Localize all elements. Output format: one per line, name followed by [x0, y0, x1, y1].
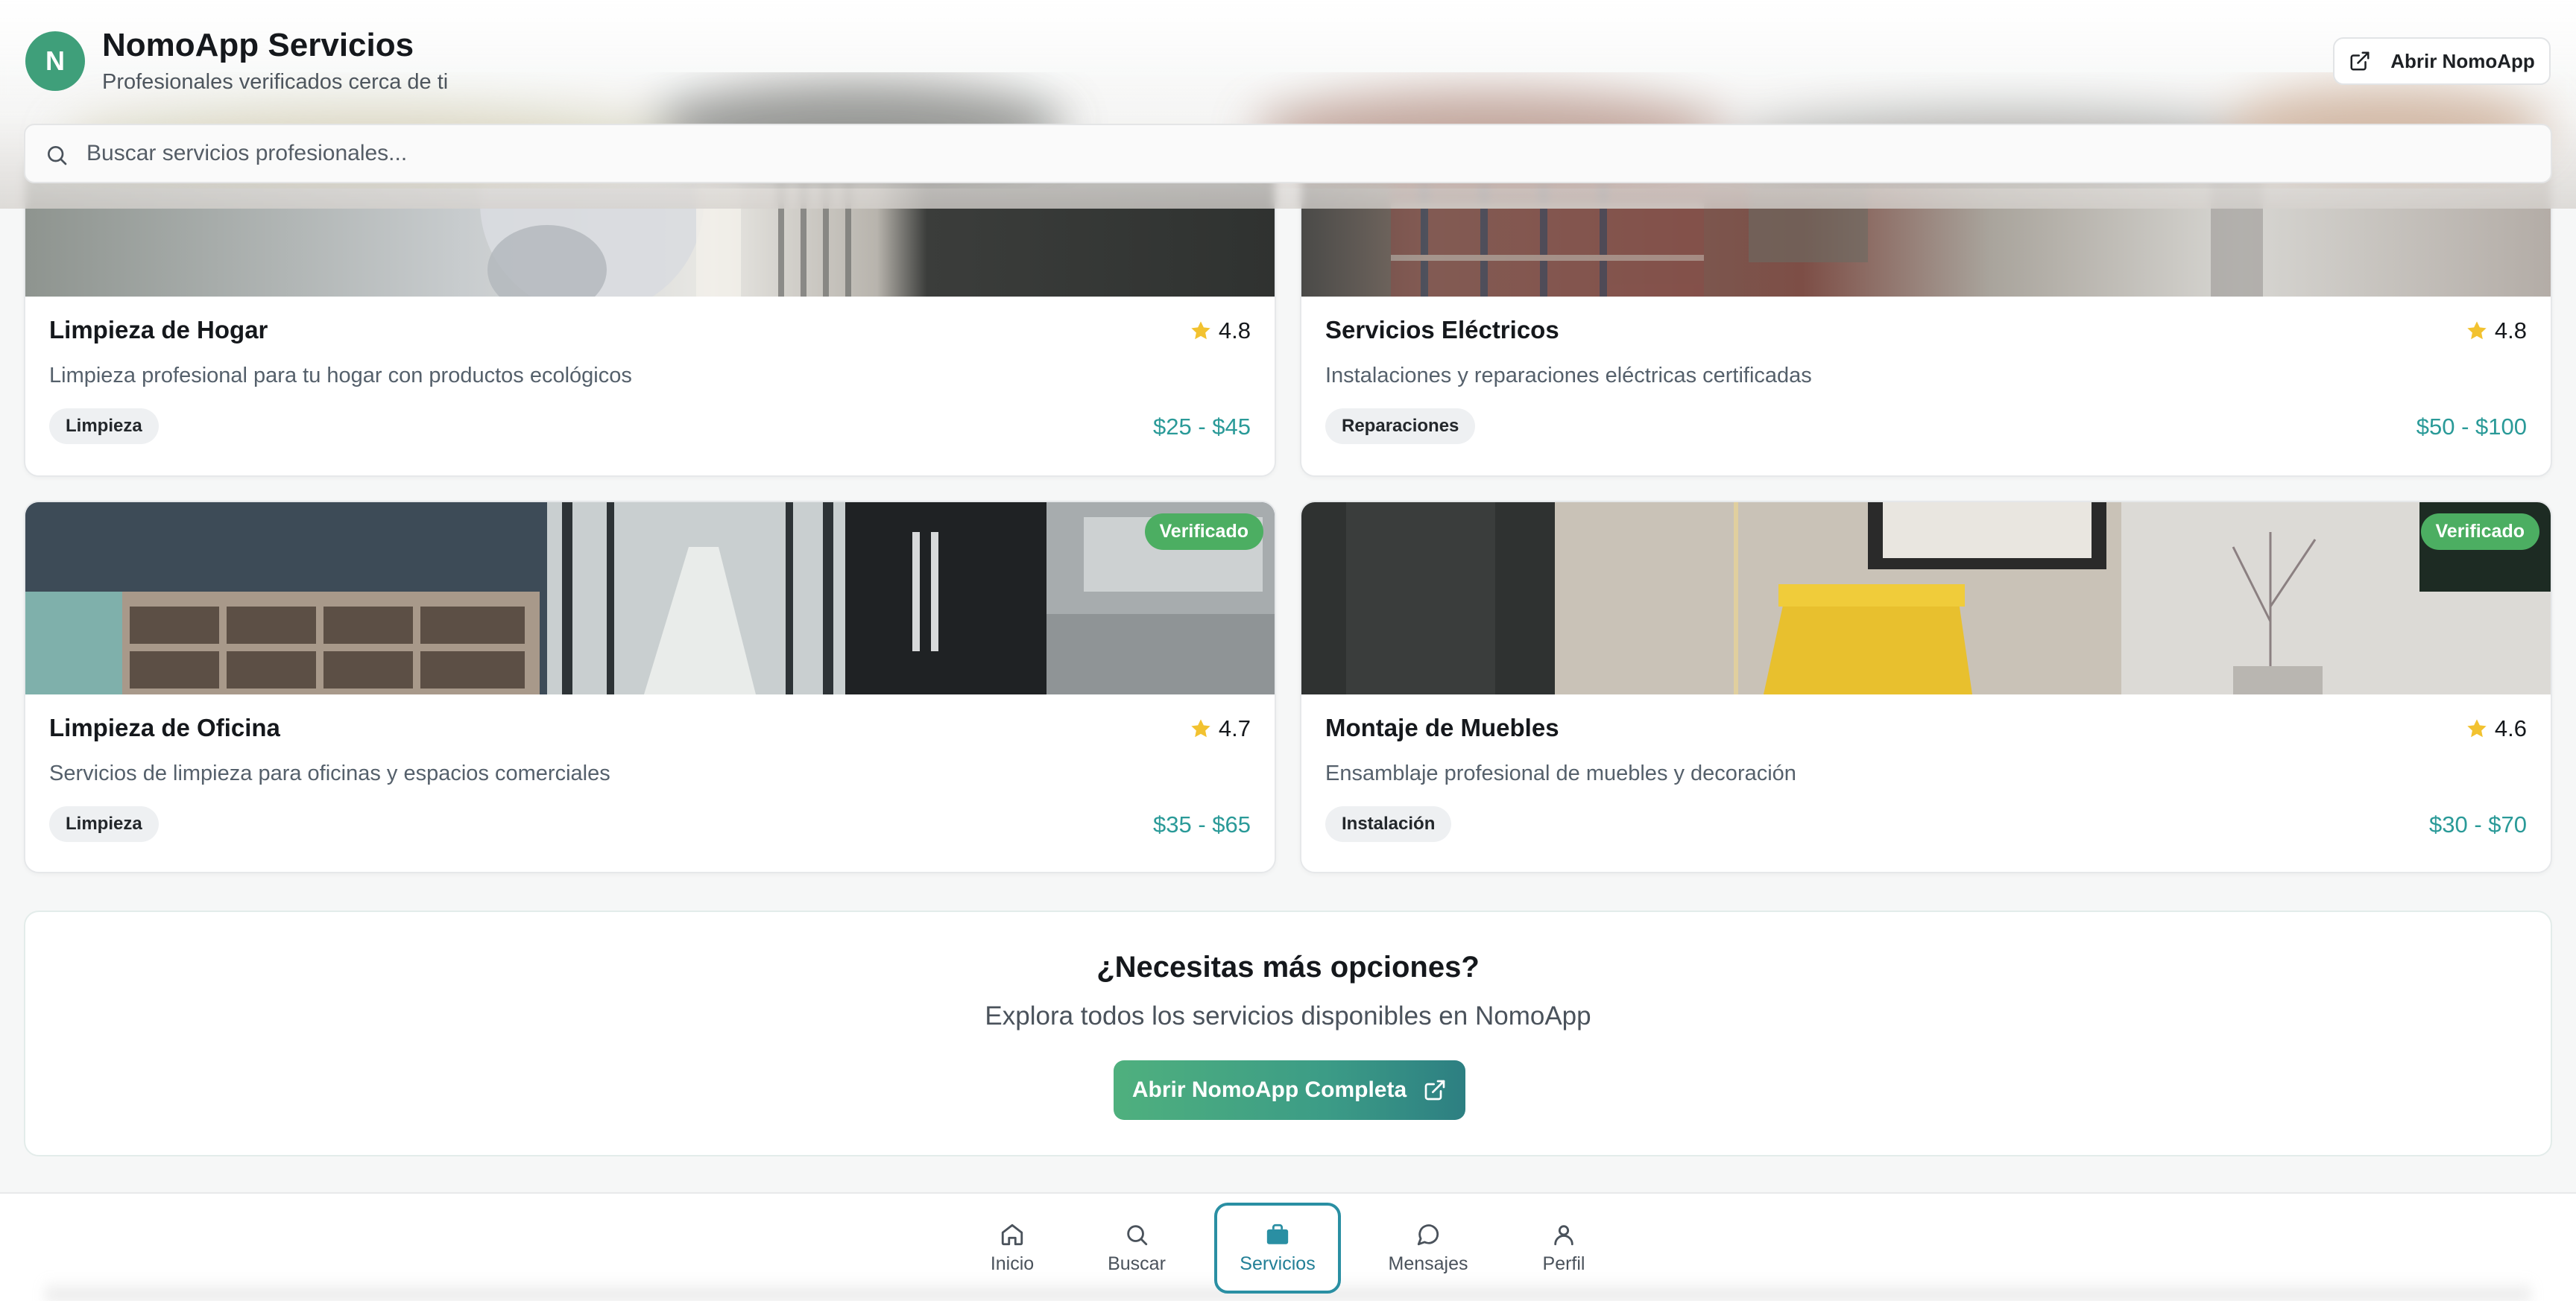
nav-item-mensajes[interactable]: Mensajes: [1380, 1203, 1476, 1294]
category-tag[interactable]: Instalación: [1325, 806, 1452, 842]
service-photo: [25, 502, 1275, 694]
message-icon: [1417, 1224, 1439, 1245]
price-range: $35 - $65: [1153, 811, 1251, 838]
price-range: $50 - $100: [2416, 414, 2527, 440]
nav-label: Mensajes: [1388, 1253, 1468, 1274]
star-icon: [2467, 321, 2487, 340]
service-card-montaje-muebles[interactable]: Verificado Montaje de Muebles 4.6 Ensamb…: [1300, 501, 2552, 873]
search-bar[interactable]: [24, 124, 2552, 183]
service-card-limpieza-oficina[interactable]: Verificado Limpieza de Oficina 4.7 Servi…: [24, 501, 1276, 873]
external-link-icon: [1424, 1080, 1445, 1101]
service-photo: [1301, 502, 2551, 694]
app-subtitle: Profesionales verificados cerca de ti: [102, 70, 449, 94]
nav-item-buscar[interactable]: Buscar: [1096, 1203, 1178, 1294]
external-link-icon: [2350, 51, 2370, 71]
service-rating: 4.8: [2465, 317, 2527, 344]
cta-subtitle: Explora todos los servicios disponibles …: [985, 1001, 1591, 1031]
avatar: N: [25, 31, 85, 91]
rating-value: 4.6: [2494, 715, 2527, 741]
verified-badge: Verificado: [1144, 513, 1263, 550]
nav-item-inicio[interactable]: Inicio: [973, 1203, 1051, 1294]
service-rating: 4.8: [1189, 317, 1251, 344]
search-icon: [1127, 1224, 1148, 1245]
open-full-app-button[interactable]: Abrir NomoApp Completa: [1114, 1060, 1465, 1120]
price-range: $30 - $70: [2429, 811, 2527, 838]
category-tag[interactable]: Limpieza: [49, 806, 159, 842]
nav-label: Buscar: [1108, 1253, 1166, 1274]
briefcase-icon: [1266, 1224, 1289, 1244]
service-rating: 4.6: [2465, 715, 2527, 742]
service-title: Montaje de Muebles: [1325, 714, 1559, 741]
user-icon: [1554, 1224, 1573, 1245]
service-description: Limpieza profesional para tu hogar con p…: [49, 364, 632, 387]
category-tag[interactable]: Reparaciones: [1325, 408, 1476, 444]
search-icon: [48, 146, 67, 165]
verified-badge: Verificado: [2420, 513, 2539, 550]
open-button-label: Abrir NomoApp: [2390, 49, 2535, 72]
star-icon: [1191, 321, 1210, 340]
search-input[interactable]: [86, 125, 2472, 182]
nav-item-perfil[interactable]: Perfil: [1524, 1203, 1604, 1294]
star-icon: [2467, 719, 2487, 738]
app-title: NomoApp Servicios: [102, 27, 414, 63]
nav-label: Perfil: [1542, 1253, 1585, 1274]
category-tag[interactable]: Limpieza: [49, 408, 159, 444]
service-description: Ensamblaje profesional de muebles y deco…: [1325, 762, 1796, 785]
rating-value: 4.8: [2494, 317, 2527, 344]
nav-item-servicios[interactable]: Servicios: [1214, 1203, 1341, 1294]
star-icon: [1191, 719, 1210, 738]
app-header: N NomoApp Servicios Profesionales verifi…: [0, 0, 2576, 209]
cta-button-label: Abrir NomoApp Completa: [1131, 1077, 1407, 1102]
service-rating: 4.7: [1189, 715, 1251, 742]
service-title: Limpieza de Oficina: [49, 714, 280, 741]
nav-label: Servicios: [1240, 1253, 1316, 1274]
price-range: $25 - $45: [1153, 414, 1251, 440]
bottom-navigation: Inicio Buscar Servicios Mensajes Perfil: [0, 1192, 2576, 1301]
nav-label: Inicio: [990, 1253, 1035, 1274]
service-title: Limpieza de Hogar: [49, 316, 268, 344]
home-icon: [1001, 1224, 1023, 1245]
more-options-panel: ¿Necesitas más opciones? Explora todos l…: [24, 911, 2552, 1156]
service-title: Servicios Eléctricos: [1325, 316, 1559, 344]
cta-title: ¿Necesitas más opciones?: [1096, 951, 1480, 984]
service-description: Instalaciones y reparaciones eléctricas …: [1325, 364, 1812, 387]
rating-value: 4.8: [1218, 317, 1251, 344]
open-nomoapp-button[interactable]: Abrir NomoApp: [2333, 37, 2551, 85]
service-description: Servicios de limpieza para oficinas y es…: [49, 762, 610, 785]
rating-value: 4.7: [1218, 715, 1251, 741]
